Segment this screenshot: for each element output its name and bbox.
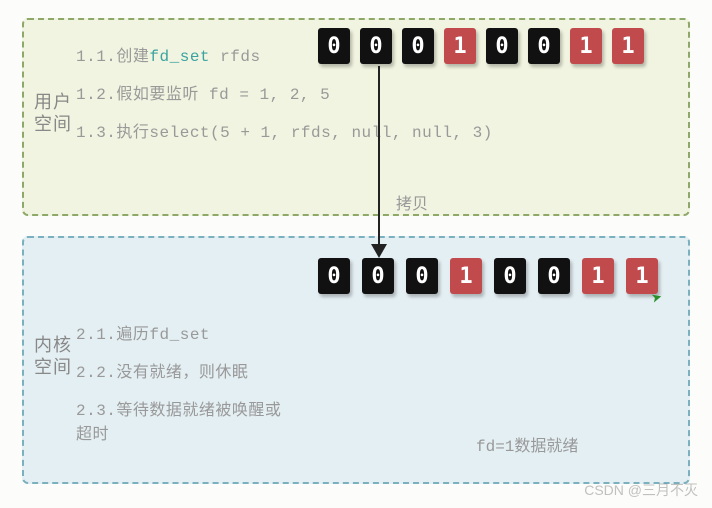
bit-cell: 0 xyxy=(360,28,392,64)
bit-cell: 0 xyxy=(362,258,394,294)
kernel-bit-array: 0 0 0 1 0 0 1 1 xyxy=(318,258,658,294)
fdset-keyword: fd_set xyxy=(149,48,210,66)
bit-cell: 0 xyxy=(538,258,570,294)
bit-cell: 0 xyxy=(402,28,434,64)
watermark: CSDN @三月不灭 xyxy=(584,480,698,500)
bit-cell: 1 xyxy=(444,28,476,64)
bit-cell: 0 xyxy=(528,28,560,64)
bit-cell: 1 xyxy=(450,258,482,294)
bit-cell: 0 xyxy=(406,258,438,294)
bit-cell: 1 xyxy=(570,28,602,64)
bit-cell: 0 xyxy=(318,28,350,64)
step-1-1-pre: 1.1.创建 xyxy=(76,48,149,66)
bit-cell: 0 xyxy=(486,28,518,64)
step-1-2: 1.2.假如要监听 fd = 1, 2, 5 xyxy=(76,80,678,104)
bit-cell: 1 xyxy=(612,28,644,64)
step-2-3: 2.3.等待数据就绪被唤醒或超时 xyxy=(76,396,296,444)
step-2-1: 2.1.遍历fd_set xyxy=(76,320,678,344)
step-1-3: 1.3.执行select(5 + 1, rfds, null, null, 3) xyxy=(76,118,678,142)
user-bit-array: 0 0 0 1 0 0 1 1 xyxy=(318,28,644,64)
fd-ready-label: fd=1数据就绪 xyxy=(476,432,578,456)
bit-cell: 0 xyxy=(494,258,526,294)
bit-cell: 1 xyxy=(582,258,614,294)
kernel-space-label: 内核空间 xyxy=(34,336,76,381)
step-1-1-post: rfds xyxy=(210,48,261,66)
step-2-2: 2.2.没有就绪，则休眠 xyxy=(76,358,678,382)
copy-arrow xyxy=(378,66,380,256)
copy-label: 拷贝 xyxy=(396,190,428,214)
bit-cell: 0 xyxy=(318,258,350,294)
user-space-label: 用户空间 xyxy=(34,93,76,138)
